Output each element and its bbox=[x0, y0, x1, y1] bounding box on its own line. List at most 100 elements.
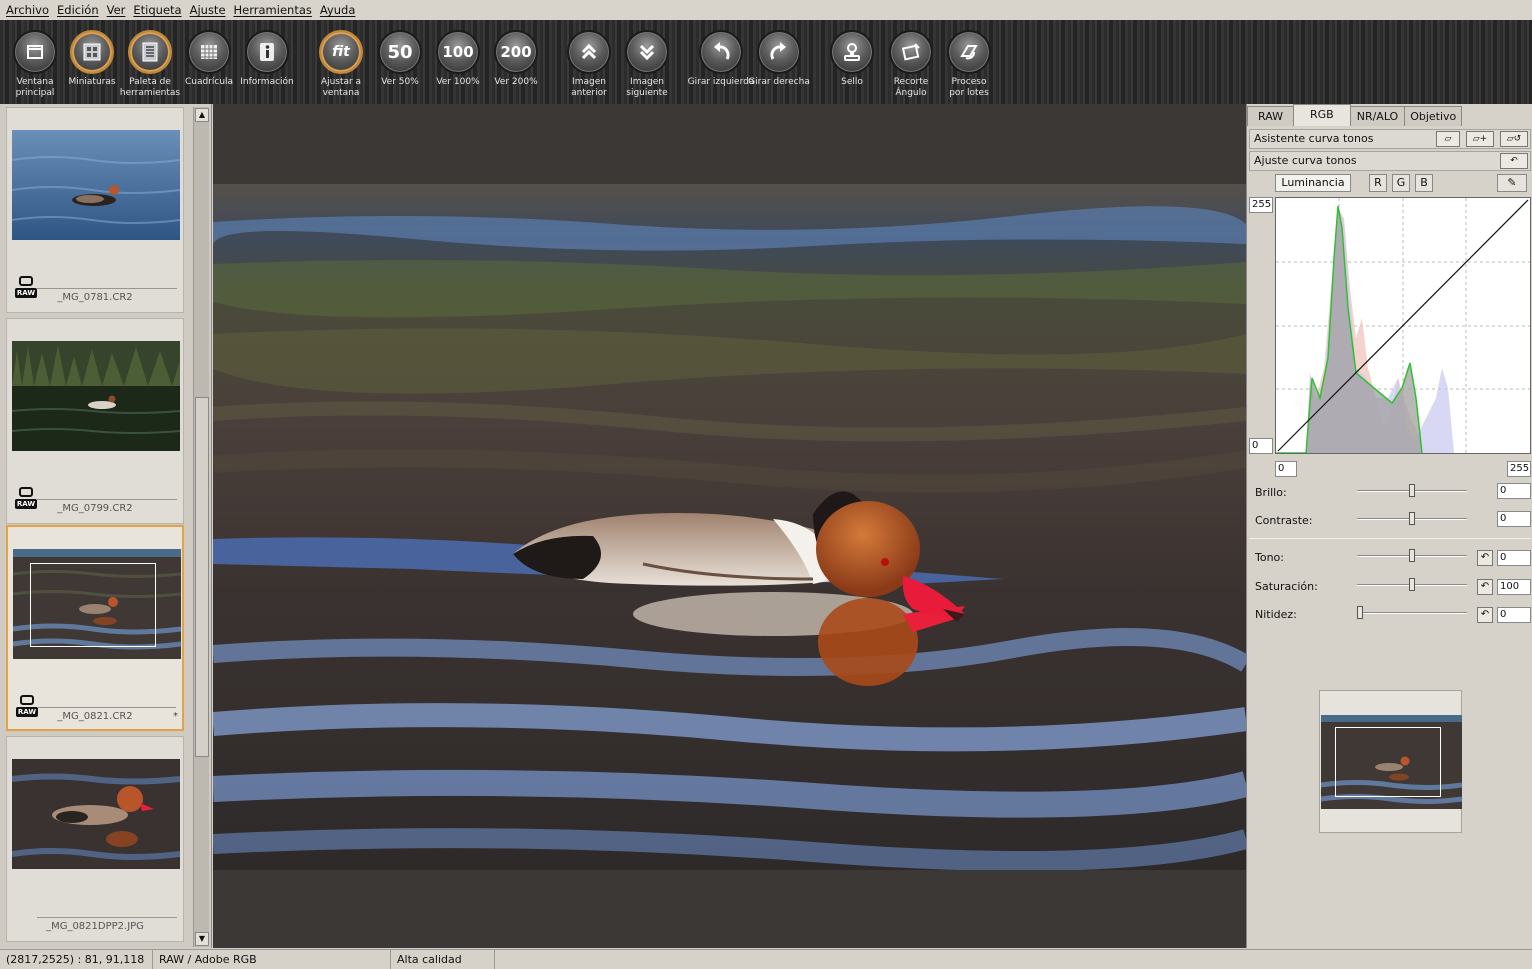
eyedropper-icon[interactable]: ✎ bbox=[1497, 174, 1527, 192]
graph-x-min[interactable]: 0 bbox=[1275, 461, 1297, 477]
sharpness-reset-icon[interactable]: ↶ bbox=[1477, 607, 1493, 623]
info-button[interactable]: Información bbox=[237, 20, 297, 104]
scroll-down-icon[interactable]: ▼ bbox=[195, 932, 209, 946]
rotate-left-button[interactable]: Girar izquierda bbox=[688, 20, 754, 104]
thumbnail-image bbox=[12, 759, 180, 869]
tool-palette-button[interactable]: Paleta de herramientas bbox=[120, 20, 180, 104]
tab-objetivo[interactable]: Objetivo bbox=[1404, 106, 1463, 126]
zoom-100-icon: 100 bbox=[436, 30, 480, 74]
main-window-icon bbox=[13, 30, 57, 74]
saturation-reset-icon[interactable]: ↶ bbox=[1477, 579, 1493, 595]
image-preview-area[interactable] bbox=[213, 104, 1246, 948]
graph-x-max[interactable]: 255 bbox=[1507, 461, 1531, 477]
view-area-frame bbox=[30, 563, 156, 647]
status-coordinates: (2817,2525) : 81, 91,118 bbox=[0, 950, 153, 969]
menu-ver[interactable]: Ver bbox=[107, 3, 126, 17]
saturation-slider[interactable] bbox=[1357, 578, 1467, 591]
graph-y-min[interactable]: 0 bbox=[1249, 438, 1273, 454]
curve-reset-icon[interactable]: ▱↺ bbox=[1500, 131, 1528, 147]
channel-b[interactable]: B bbox=[1415, 174, 1433, 192]
stamp-button[interactable]: Sello bbox=[822, 20, 882, 104]
curve-plus-icon[interactable]: ▱+ bbox=[1466, 131, 1494, 147]
slider-knob[interactable] bbox=[1409, 549, 1415, 562]
hue-value[interactable]: 0 bbox=[1497, 550, 1531, 566]
scroll-up-icon[interactable]: ▲ bbox=[195, 108, 209, 122]
channel-g[interactable]: G bbox=[1392, 174, 1410, 192]
thumbnail-image bbox=[12, 130, 180, 240]
navigator-preview[interactable] bbox=[1319, 690, 1462, 833]
slider-knob[interactable] bbox=[1409, 484, 1415, 497]
tab-nr-alo[interactable]: NR/ALO bbox=[1349, 106, 1406, 126]
thumbnail-item[interactable]: RAW _MG_0799.CR2 bbox=[6, 318, 184, 524]
hue-slider[interactable] bbox=[1357, 549, 1467, 562]
next-image-label: Imagen siguiente bbox=[626, 77, 668, 98]
reset-icon[interactable]: ↶ bbox=[1500, 153, 1528, 169]
tone-curve-assist-row: Asistente curva tonos ▱ ▱+ ▱↺ bbox=[1249, 129, 1531, 149]
panel-tabs: RAW RGB NR/ALO Objetivo bbox=[1247, 104, 1463, 126]
rotate-right-button[interactable]: Girar derecha bbox=[748, 20, 810, 104]
menu-herramientas[interactable]: Herramientas bbox=[234, 3, 312, 17]
grid-button[interactable]: Cuadrícula bbox=[179, 20, 239, 104]
histogram-chart bbox=[1276, 198, 1530, 454]
fit-window-button[interactable]: fit Ajustar a ventana bbox=[311, 20, 371, 104]
tool-palette-panel: RAW RGB NR/ALO Objetivo Asistente curva … bbox=[1246, 104, 1532, 948]
scrollbar-thumb[interactable] bbox=[195, 397, 209, 757]
slider-knob[interactable] bbox=[1409, 578, 1415, 591]
channel-r[interactable]: R bbox=[1369, 174, 1387, 192]
menu-ayuda[interactable]: Ayuda bbox=[320, 3, 356, 17]
thumbnail-scrollbar[interactable]: ▲ ▼ bbox=[193, 107, 209, 947]
thumbnail-filename: _MG_0781.CR2 bbox=[57, 292, 133, 303]
navigator-view-frame[interactable] bbox=[1335, 727, 1441, 797]
graph-y-max[interactable]: 255 bbox=[1249, 197, 1273, 213]
tab-rgb[interactable]: RGB bbox=[1293, 104, 1351, 126]
hue-label: Tono: bbox=[1255, 551, 1284, 564]
batch-process-icon bbox=[947, 30, 991, 74]
brightness-label: Brillo: bbox=[1255, 486, 1287, 499]
next-image-button[interactable]: Imagen siguiente bbox=[617, 20, 677, 104]
thumbnail-item[interactable]: RAW _MG_0781.CR2 bbox=[6, 107, 184, 313]
brightness-slider[interactable] bbox=[1357, 484, 1467, 497]
saturation-label: Saturación: bbox=[1255, 580, 1318, 593]
tone-curve-adjust-row: Ajuste curva tonos ↶ bbox=[1249, 151, 1531, 171]
tone-curve-graph[interactable] bbox=[1275, 197, 1531, 454]
menu-ajuste[interactable]: Ajuste bbox=[190, 3, 226, 17]
batch-process-button[interactable]: Proceso por lotes bbox=[939, 20, 999, 104]
saturation-value[interactable]: 100 bbox=[1497, 579, 1531, 595]
previous-image-button[interactable]: Imagen anterior bbox=[559, 20, 619, 104]
tab-raw[interactable]: RAW bbox=[1247, 106, 1294, 126]
sharpness-value[interactable]: 0 bbox=[1497, 607, 1531, 623]
thumbnail-filename: _MG_0799.CR2 bbox=[57, 503, 133, 514]
batch-process-label: Proceso por lotes bbox=[949, 77, 989, 98]
zoom-100-button[interactable]: 100 Ver 100% bbox=[428, 20, 488, 104]
menu-bar: Archivo Edición Ver Etiqueta Ajuste Herr… bbox=[0, 0, 1532, 20]
zoom-50-button[interactable]: 50 Ver 50% bbox=[370, 20, 430, 104]
slider-knob[interactable] bbox=[1409, 512, 1415, 525]
hue-reset-icon[interactable]: ↶ bbox=[1477, 550, 1493, 566]
zoom-200-button[interactable]: 200 Ver 200% bbox=[486, 20, 546, 104]
main-window-button[interactable]: Ventana principal bbox=[5, 20, 65, 104]
contrast-value[interactable]: 0 bbox=[1497, 511, 1531, 527]
thumbnail-panel: RAW _MG_0781.CR2 RAW _MG_0799.CR2 RAW _M… bbox=[0, 104, 212, 948]
linear-curve-icon[interactable]: ▱ bbox=[1436, 131, 1460, 147]
thumbnails-button[interactable]: Miniaturas bbox=[62, 20, 122, 104]
info-label: Información bbox=[240, 77, 294, 87]
thumbnail-item[interactable]: _MG_0821DPP2.JPG bbox=[6, 736, 184, 942]
channel-luminance[interactable]: Luminancia bbox=[1275, 174, 1351, 192]
contrast-slider[interactable] bbox=[1357, 512, 1467, 525]
zoom-200-icon: 200 bbox=[494, 30, 538, 74]
sharpness-slider[interactable] bbox=[1357, 606, 1467, 619]
tone-curve-assist-label: Asistente curva tonos bbox=[1254, 132, 1374, 145]
stamp-icon bbox=[830, 30, 874, 74]
menu-archivo[interactable]: Archivo bbox=[6, 3, 49, 17]
menu-edicion[interactable]: Edición bbox=[57, 3, 99, 17]
edited-mark: * bbox=[173, 711, 178, 722]
menu-etiqueta[interactable]: Etiqueta bbox=[133, 3, 181, 17]
crop-button[interactable]: Recorte Ángulo bbox=[881, 20, 941, 104]
slider-knob[interactable] bbox=[1357, 606, 1363, 619]
thumbnail-image bbox=[12, 341, 180, 451]
info-icon bbox=[245, 30, 289, 74]
thumbnails-icon bbox=[70, 30, 114, 74]
crop-icon bbox=[889, 30, 933, 74]
brightness-value[interactable]: 0 bbox=[1497, 483, 1531, 499]
thumbnail-item-selected[interactable]: RAW _MG_0821.CR2 * bbox=[6, 525, 184, 731]
